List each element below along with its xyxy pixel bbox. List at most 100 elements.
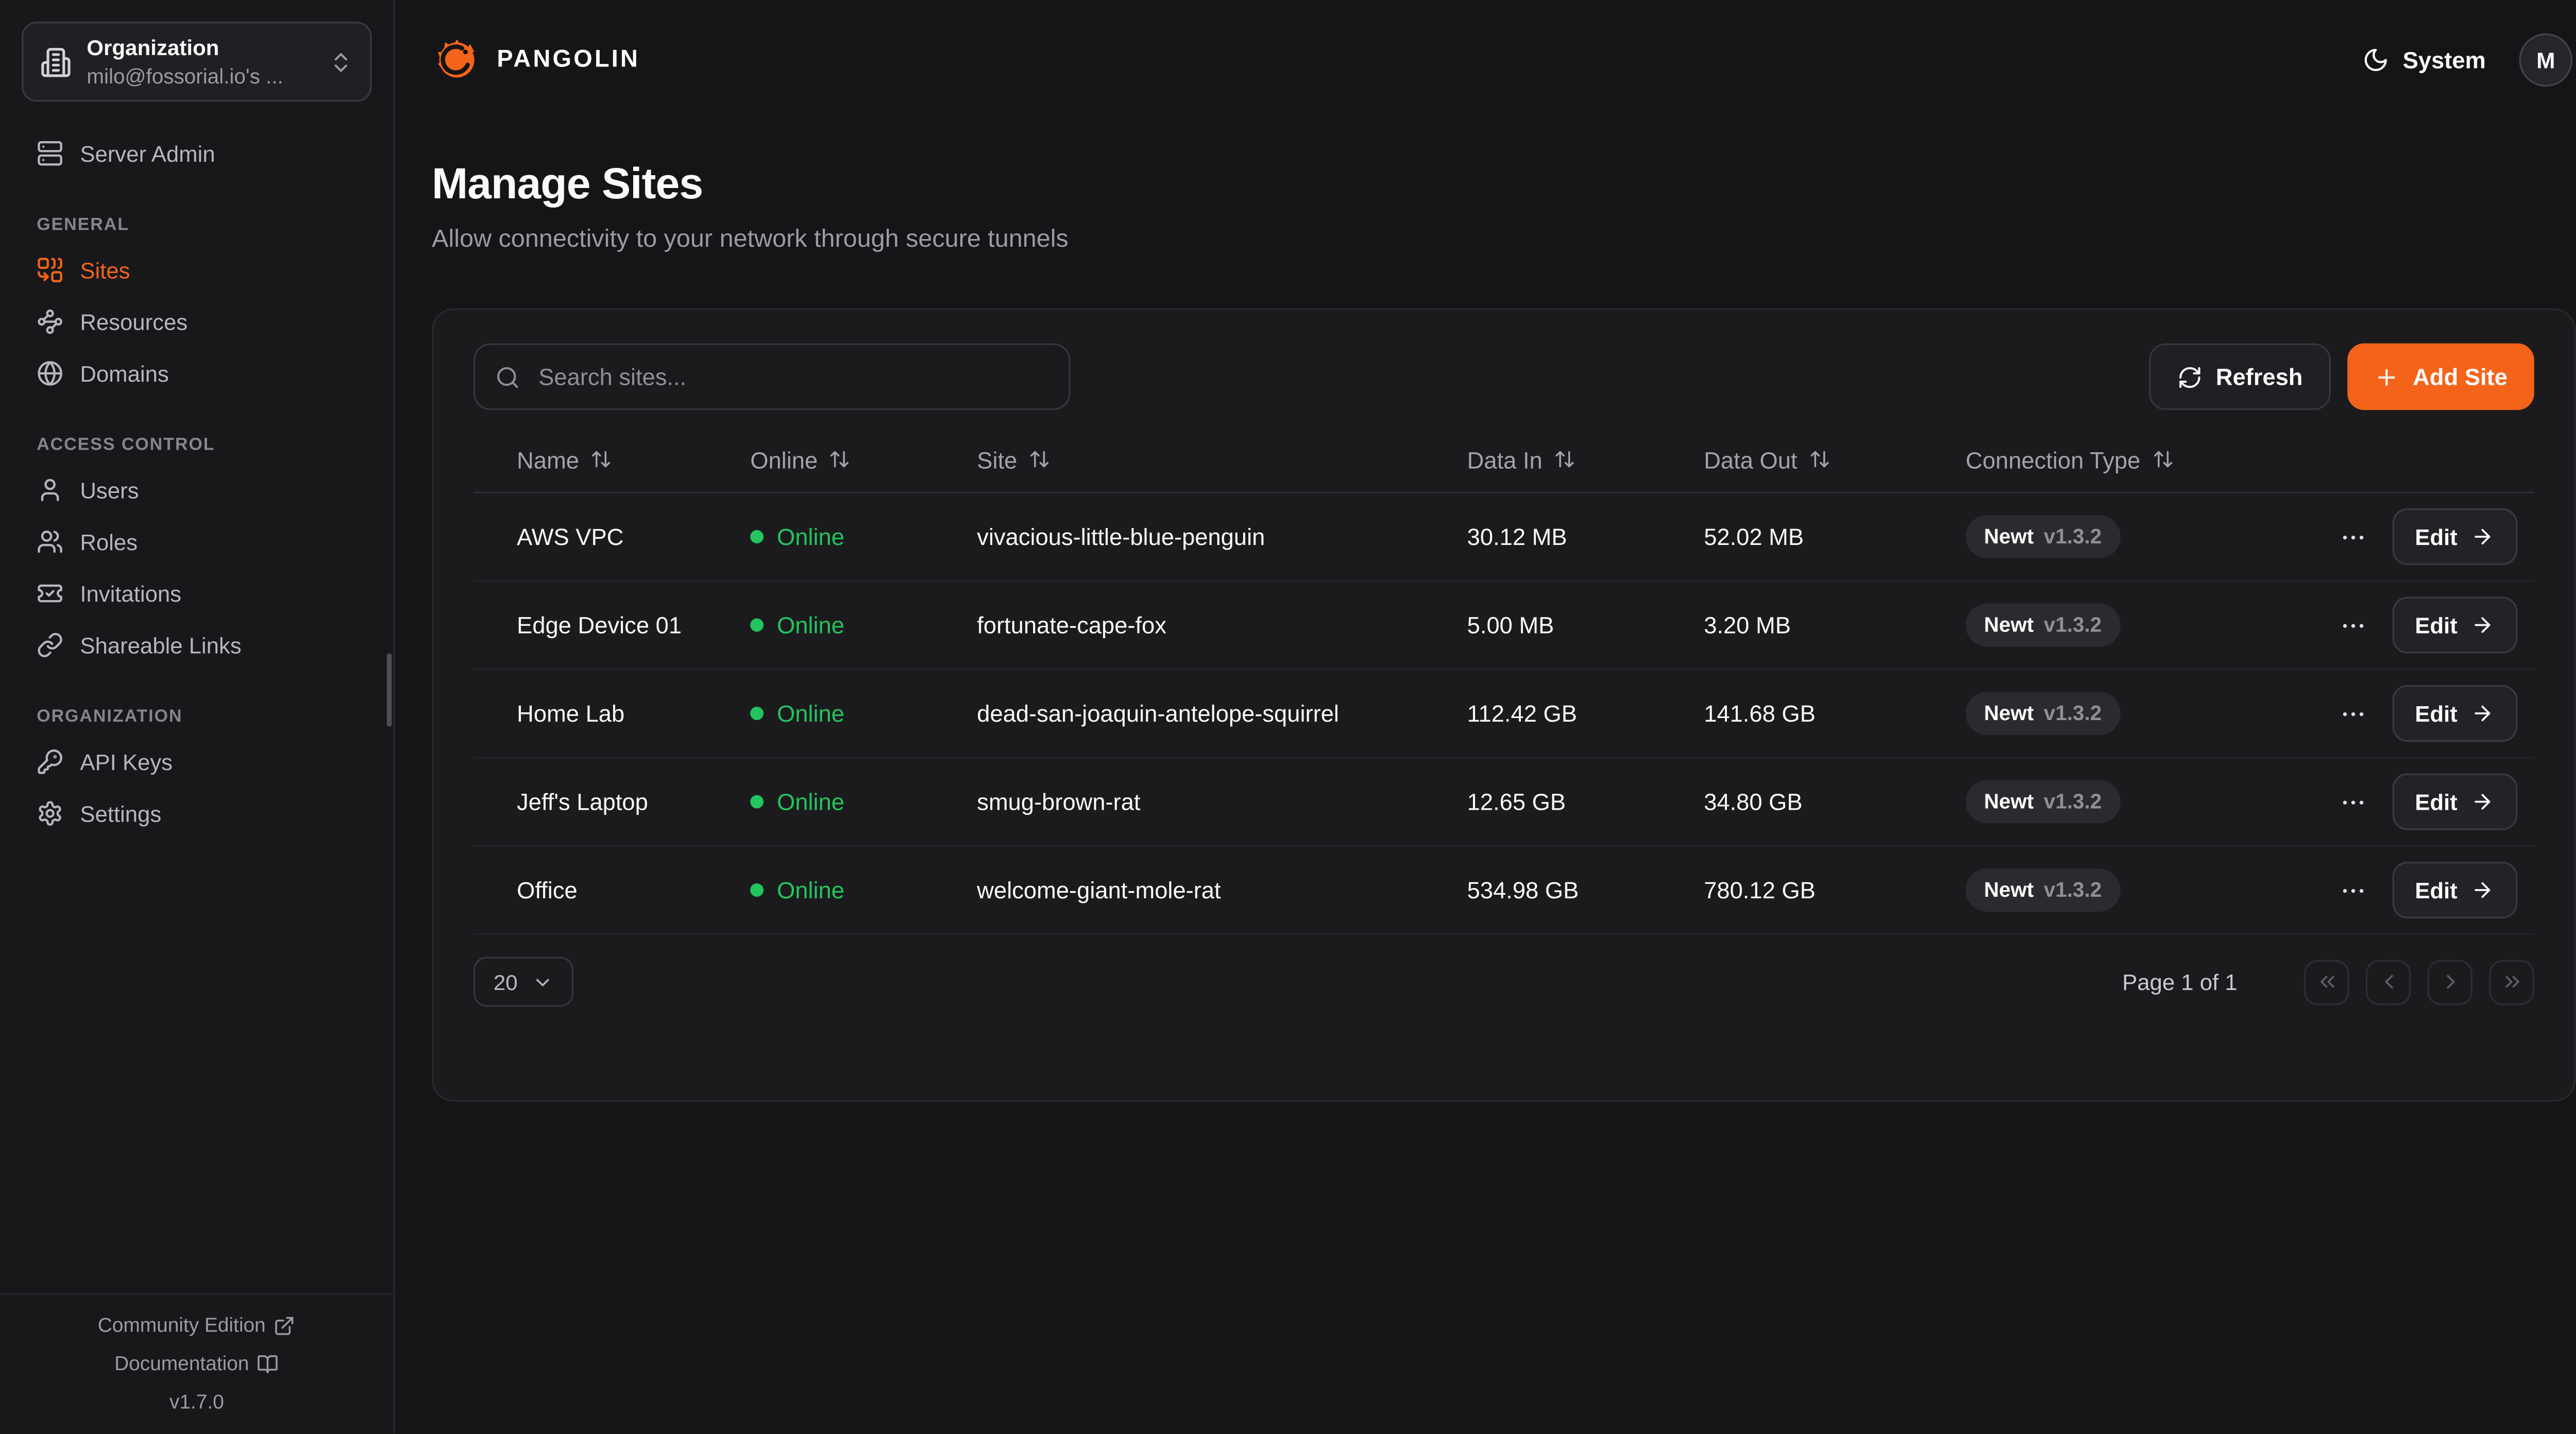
- link-icon: [37, 631, 63, 658]
- sidebar-item-api-keys[interactable]: API Keys: [22, 739, 372, 786]
- sidebar-item-label: Invitations: [80, 581, 181, 606]
- connection-type-badge: Newt v1.3.2: [1965, 868, 2120, 912]
- waypoints-icon: [37, 309, 63, 335]
- previous-page-button[interactable]: [2366, 959, 2411, 1004]
- row-menu-button[interactable]: [2338, 788, 2366, 816]
- sidebar-section-organization: ORGANIZATION: [37, 707, 371, 727]
- sidebar-item-domains[interactable]: Domains: [22, 350, 372, 397]
- refresh-button[interactable]: Refresh: [2149, 344, 2331, 410]
- online-dot-icon: [750, 795, 764, 809]
- column-header-connection-type[interactable]: Connection Type: [1965, 446, 2366, 473]
- community-edition-label: Community Edition: [98, 1313, 266, 1337]
- row-menu-button[interactable]: [2338, 522, 2366, 551]
- data-out-cell: 34.80 GB: [1704, 789, 1965, 815]
- plus-icon: [2375, 364, 2400, 389]
- sidebar-item-invitations[interactable]: Invitations: [22, 570, 372, 617]
- add-site-button-label: Add Site: [2413, 363, 2507, 390]
- first-page-button[interactable]: [2304, 959, 2349, 1004]
- sidebar-item-settings[interactable]: Settings: [22, 790, 372, 837]
- sidebar-scrollbar-thumb[interactable]: [387, 654, 392, 727]
- edit-button[interactable]: Edit: [2392, 862, 2517, 918]
- sidebar-section-access-control: ACCESS CONTROL: [37, 435, 371, 455]
- table-row: Edge Device 01 Online fortunate-cape-fox…: [473, 582, 2534, 670]
- building-icon: [40, 46, 72, 77]
- org-selector-label: Organization: [87, 35, 313, 60]
- sidebar-item-resources[interactable]: Resources: [22, 298, 372, 345]
- sidebar-footer: Community Edition Documentation v1.7.0: [0, 1293, 394, 1433]
- next-page-button[interactable]: [2428, 959, 2472, 1004]
- row-menu-button[interactable]: [2338, 699, 2366, 728]
- row-menu-button[interactable]: [2338, 876, 2366, 904]
- add-site-button[interactable]: Add Site: [2348, 344, 2534, 410]
- user-avatar[interactable]: M: [2519, 33, 2573, 87]
- sidebar-item-sites[interactable]: Sites: [22, 247, 372, 294]
- edit-button[interactable]: Edit: [2392, 685, 2517, 742]
- site-name-cell: Office: [517, 877, 750, 903]
- users-icon: [37, 528, 63, 555]
- sites-card: Refresh Add Site Name Online: [432, 309, 2575, 1102]
- data-out-cell: 3.20 MB: [1704, 612, 1965, 639]
- community-edition-link[interactable]: Community Edition: [0, 1313, 394, 1337]
- sort-icon: [591, 448, 613, 470]
- refresh-icon: [2177, 364, 2202, 389]
- edit-button[interactable]: Edit: [2392, 508, 2517, 565]
- site-name-cell: Edge Device 01: [517, 612, 750, 639]
- data-out-cell: 780.12 GB: [1704, 877, 1965, 903]
- edit-button-label: Edit: [2415, 612, 2458, 638]
- pagination-bar: 20 Page 1 of 1: [473, 957, 2534, 1006]
- row-actions: Edit: [2366, 596, 2517, 653]
- pangolin-logo-icon: [432, 35, 482, 85]
- chevrons-left-icon: [2315, 970, 2338, 993]
- combine-icon: [37, 257, 63, 283]
- sidebar-item-roles[interactable]: Roles: [22, 518, 372, 565]
- server-icon: [37, 140, 63, 167]
- search-icon: [495, 364, 520, 389]
- sites-toolbar: Refresh Add Site: [473, 344, 2534, 410]
- column-header-data-in[interactable]: Data In: [1467, 446, 1704, 473]
- sort-icon: [1809, 448, 1831, 470]
- table-row: Home Lab Online dead-san-joaquin-antelop…: [473, 670, 2534, 759]
- page-size-value: 20: [494, 969, 518, 995]
- page-size-select[interactable]: 20: [473, 957, 574, 1006]
- column-header-label: Data Out: [1704, 446, 1797, 473]
- column-header-site[interactable]: Site: [977, 446, 1467, 473]
- documentation-link[interactable]: Documentation: [0, 1352, 394, 1375]
- sidebar-item-server-admin[interactable]: Server Admin: [22, 130, 372, 177]
- topbar: PANGOLIN System M: [395, 0, 2576, 120]
- sidebar: Organization milo@fossorial.io's ... Ser…: [0, 0, 395, 1433]
- org-selector[interactable]: Organization milo@fossorial.io's ...: [22, 22, 372, 101]
- sidebar-item-users[interactable]: Users: [22, 467, 372, 514]
- topbar-right: System M: [2363, 33, 2572, 87]
- site-slug-cell: smug-brown-rat: [977, 789, 1467, 815]
- column-header-data-out[interactable]: Data Out: [1704, 446, 1965, 473]
- edit-button[interactable]: Edit: [2392, 774, 2517, 830]
- globe-icon: [37, 360, 63, 387]
- key-icon: [37, 748, 63, 775]
- theme-toggle-button[interactable]: System: [2363, 47, 2486, 74]
- table-row: AWS VPC Online vivacious-little-blue-pen…: [473, 493, 2534, 582]
- connection-type-name: Newt: [1984, 525, 2034, 548]
- last-page-button[interactable]: [2489, 959, 2534, 1004]
- user-icon: [37, 476, 63, 503]
- online-status-label: Online: [777, 877, 844, 903]
- search-input[interactable]: [535, 362, 1049, 391]
- sort-icon: [1554, 448, 1575, 470]
- connection-type-name: Newt: [1984, 878, 2034, 901]
- site-slug-cell: fortunate-cape-fox: [977, 612, 1467, 639]
- column-header-name[interactable]: Name: [517, 446, 750, 473]
- brand-logo-link[interactable]: PANGOLIN: [432, 35, 640, 85]
- sidebar-item-label: API Keys: [80, 749, 173, 775]
- online-status-cell: Online: [750, 700, 977, 727]
- connection-version: v1.3.2: [2044, 525, 2102, 548]
- edit-button-label: Edit: [2415, 701, 2458, 726]
- column-header-online[interactable]: Online: [750, 446, 977, 473]
- site-slug-cell: vivacious-little-blue-penguin: [977, 523, 1467, 550]
- ellipsis-icon: [2338, 611, 2366, 639]
- online-status-label: Online: [777, 789, 844, 815]
- edit-button[interactable]: Edit: [2392, 596, 2517, 653]
- edit-button-label: Edit: [2415, 789, 2458, 814]
- row-menu-button[interactable]: [2338, 611, 2366, 639]
- arrow-right-icon: [2471, 702, 2494, 725]
- connection-type-name: Newt: [1984, 613, 2034, 637]
- sidebar-item-shareable-links[interactable]: Shareable Links: [22, 622, 372, 669]
